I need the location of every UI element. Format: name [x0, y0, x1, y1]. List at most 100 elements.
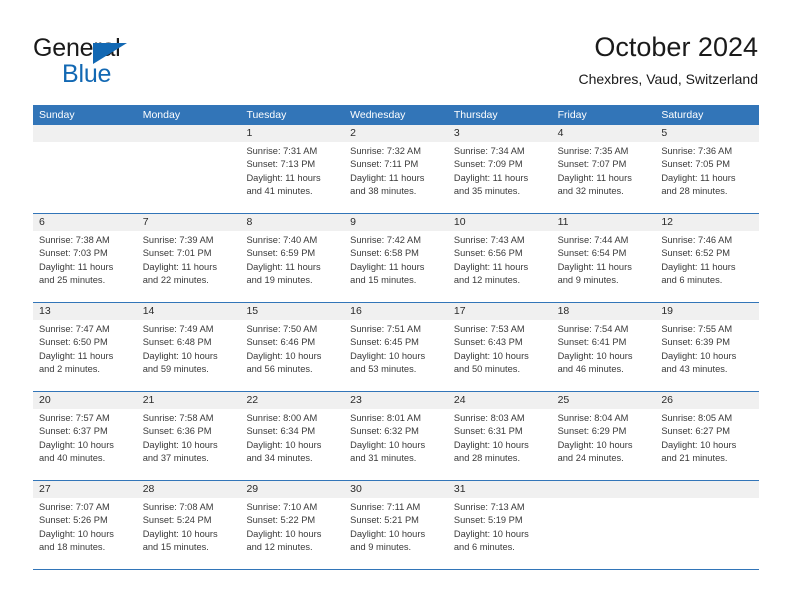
day-cell-8[interactable]: 8 Sunrise: 7:40 AM Sunset: 6:59 PM Daylight… — [240, 214, 345, 302]
day-cell-22[interactable]: 22 Sunrise: 8:00 AM Sunset: 6:34 PM Dayligh… — [240, 392, 345, 480]
day-cell-17[interactable]: 17 Sunrise: 7:53 AM Sunset: 6:43 PM Dayligh… — [447, 303, 552, 391]
calendar-week-row: 13 Sunrise: 7:47 AM Sunset: 6:50 PM Dayligh… — [33, 303, 760, 392]
day-number: 20 — [39, 394, 51, 406]
day-number-band: 22 — [240, 392, 345, 409]
daylight-text-line2: and 56 minutes. — [246, 364, 313, 375]
day-number: 29 — [246, 483, 259, 495]
day-cell-10[interactable]: 10 Sunrise: 7:43 AM Sunset: 6:56 PM Dayligh… — [447, 214, 552, 302]
day-cell-12[interactable]: 12 Sunrise: 7:46 AM Sunset: 6:52 PM Dayligh… — [655, 214, 760, 302]
general-blue-logo[interactable]: General Blue — [33, 34, 163, 90]
day-number: 17 — [453, 305, 466, 317]
daylight-text-line2: and 15 minutes. — [142, 542, 209, 553]
day-cell-6[interactable]: 6 Sunrise: 7:38 AM Sunset: 7:03 PM Daylight… — [33, 214, 137, 302]
sunrise-text: Sunrise: 7:39 AM — [142, 235, 214, 245]
day-number-band: 23 — [344, 392, 448, 409]
daylight-text-line2: and 9 minutes. — [350, 542, 412, 553]
day-details: Sunrise: 7:39 AM Sunset: 7:01 PM Daylight:… — [137, 231, 241, 288]
sunset-text: Sunset: 6:34 PM — [246, 426, 316, 437]
day-cell-24[interactable]: 24 Sunrise: 8:03 AM Sunset: 6:31 PM Dayligh… — [447, 392, 552, 480]
day-details — [137, 142, 241, 145]
day-number-band: 18 — [551, 303, 656, 320]
day-cell-23[interactable]: 23 Sunrise: 8:01 AM Sunset: 6:32 PM Dayligh… — [344, 392, 448, 480]
day-cell-3[interactable]: 3 Sunrise: 7:34 AM Sunset: 7:09 PM Daylight… — [447, 125, 552, 213]
day-number-band: 12 — [655, 214, 760, 231]
daylight-text-line1: Daylight: 10 hours — [350, 350, 426, 361]
day-number-band — [655, 481, 760, 498]
weekday-header-tuesday: Tuesday — [246, 109, 287, 121]
day-cell-25[interactable]: 25 Sunrise: 8:04 AM Sunset: 6:29 PM Dayligh… — [551, 392, 656, 480]
daylight-text-line2: and 50 minutes. — [453, 364, 521, 375]
day-cell-21[interactable]: 21 Sunrise: 7:58 AM Sunset: 6:36 PM Dayligh… — [136, 392, 241, 480]
sunset-text: Sunset: 7:07 PM — [557, 159, 627, 170]
day-number-band: 19 — [655, 303, 760, 320]
sunset-text: Sunset: 6:56 PM — [453, 248, 523, 259]
sunset-text: Sunset: 5:21 PM — [350, 515, 419, 526]
sunrise-text: Sunrise: 7:49 AM — [142, 324, 214, 334]
day-details: Sunrise: 7:36 AM Sunset: 7:05 PM Daylight:… — [655, 142, 759, 199]
sunset-text: Sunset: 6:58 PM — [350, 248, 419, 259]
sunset-text: Sunset: 6:41 PM — [557, 337, 627, 348]
daylight-text-line1: Daylight: 11 hours — [557, 172, 632, 183]
day-cell-27[interactable]: 27 Sunrise: 7:07 AM Sunset: 5:26 PM Dayligh… — [33, 481, 137, 569]
day-number: 16 — [350, 305, 362, 317]
day-cell-empty — [33, 125, 137, 213]
sunset-text: Sunset: 7:01 PM — [142, 248, 212, 259]
weekday-header-wednesday: Wednesday — [350, 109, 406, 121]
day-cell-4[interactable]: 4 Sunrise: 7:35 AM Sunset: 7:07 PM Daylight… — [551, 125, 656, 213]
day-cell-31[interactable]: 31 Sunrise: 7:13 AM Sunset: 5:19 PM Dayligh… — [447, 481, 552, 569]
day-cell-empty — [655, 481, 760, 569]
day-cell-11[interactable]: 11 Sunrise: 7:44 AM Sunset: 6:54 PM Dayligh… — [551, 214, 656, 302]
sunset-text: Sunset: 6:31 PM — [453, 426, 523, 437]
daylight-text-line2: and 15 minutes. — [350, 275, 417, 286]
sunset-text: Sunset: 6:39 PM — [661, 337, 731, 348]
calendar-week-row: 27 Sunrise: 7:07 AM Sunset: 5:26 PM Dayligh… — [33, 481, 760, 570]
day-cell-1[interactable]: 1 Sunrise: 7:31 AM Sunset: 7:13 PM Daylight… — [240, 125, 345, 213]
day-cell-14[interactable]: 14 Sunrise: 7:49 AM Sunset: 6:48 PM Dayligh… — [136, 303, 241, 391]
day-details: Sunrise: 7:46 AM Sunset: 6:52 PM Daylight:… — [655, 231, 759, 288]
day-cell-28[interactable]: 28 Sunrise: 7:08 AM Sunset: 5:24 PM Dayligh… — [136, 481, 241, 569]
daylight-text-line2: and 2 minutes. — [39, 364, 100, 375]
daylight-text-line1: Daylight: 10 hours — [350, 528, 426, 539]
day-cell-13[interactable]: 13 Sunrise: 7:47 AM Sunset: 6:50 PM Dayligh… — [33, 303, 137, 391]
day-number: 8 — [246, 216, 253, 228]
daylight-text-line2: and 53 minutes. — [350, 364, 417, 375]
day-details: Sunrise: 7:49 AM Sunset: 6:48 PM Daylight:… — [137, 320, 241, 377]
daylight-text-line2: and 18 minutes. — [39, 542, 106, 553]
day-cell-30[interactable]: 30 Sunrise: 7:11 AM Sunset: 5:21 PM Dayligh… — [344, 481, 448, 569]
day-number: 24 — [453, 394, 466, 406]
day-cell-18[interactable]: 18 Sunrise: 7:54 AM Sunset: 6:41 PM Dayligh… — [551, 303, 656, 391]
day-number-band: 16 — [344, 303, 448, 320]
day-details: Sunrise: 7:08 AM Sunset: 5:24 PM Daylight:… — [137, 498, 241, 555]
daylight-text-line1: Daylight: 11 hours — [39, 350, 114, 361]
day-number: 28 — [142, 483, 155, 495]
sunrise-text: Sunrise: 7:32 AM — [350, 146, 421, 156]
day-cell-16[interactable]: 16 Sunrise: 7:51 AM Sunset: 6:45 PM Dayligh… — [344, 303, 448, 391]
day-number: 25 — [557, 394, 570, 406]
day-cell-7[interactable]: 7 Sunrise: 7:39 AM Sunset: 7:01 PM Daylight… — [136, 214, 241, 302]
daylight-text-line1: Daylight: 11 hours — [350, 261, 425, 272]
day-cell-15[interactable]: 15 Sunrise: 7:50 AM Sunset: 6:46 PM Dayligh… — [240, 303, 345, 391]
sunrise-text: Sunrise: 8:01 AM — [350, 413, 421, 423]
day-number: 27 — [39, 483, 51, 495]
day-number: 26 — [661, 394, 673, 406]
day-cell-20[interactable]: 20 Sunrise: 7:57 AM Sunset: 6:37 PM Dayligh… — [33, 392, 137, 480]
daylight-text-line1: Daylight: 11 hours — [453, 172, 529, 183]
sunset-text: Sunset: 5:19 PM — [453, 515, 523, 526]
day-cell-2[interactable]: 2 Sunrise: 7:32 AM Sunset: 7:11 PM Daylight… — [344, 125, 448, 213]
day-details: Sunrise: 7:54 AM Sunset: 6:41 PM Daylight:… — [552, 320, 656, 377]
day-cell-26[interactable]: 26 Sunrise: 8:05 AM Sunset: 6:27 PM Dayligh… — [655, 392, 760, 480]
page-header: General Blue October 2024 Chexbres, Vaud… — [33, 30, 758, 98]
daylight-text-line2: and 34 minutes. — [246, 453, 313, 464]
sunrise-text: Sunrise: 7:50 AM — [246, 324, 318, 334]
day-details: Sunrise: 7:51 AM Sunset: 6:45 PM Daylight:… — [344, 320, 448, 377]
daylight-text-line1: Daylight: 10 hours — [350, 439, 426, 450]
day-number-band: 13 — [33, 303, 137, 320]
day-number-band: 31 — [447, 481, 552, 498]
day-cell-29[interactable]: 29 Sunrise: 7:10 AM Sunset: 5:22 PM Dayligh… — [240, 481, 345, 569]
day-cell-5[interactable]: 5 Sunrise: 7:36 AM Sunset: 7:05 PM Daylight… — [655, 125, 760, 213]
day-details: Sunrise: 8:00 AM Sunset: 6:34 PM Daylight:… — [240, 409, 344, 466]
day-cell-9[interactable]: 9 Sunrise: 7:42 AM Sunset: 6:58 PM Daylight… — [344, 214, 448, 302]
day-number-band: 30 — [344, 481, 448, 498]
day-number: 21 — [142, 394, 155, 406]
day-cell-19[interactable]: 19 Sunrise: 7:55 AM Sunset: 6:39 PM Dayligh… — [655, 303, 760, 391]
